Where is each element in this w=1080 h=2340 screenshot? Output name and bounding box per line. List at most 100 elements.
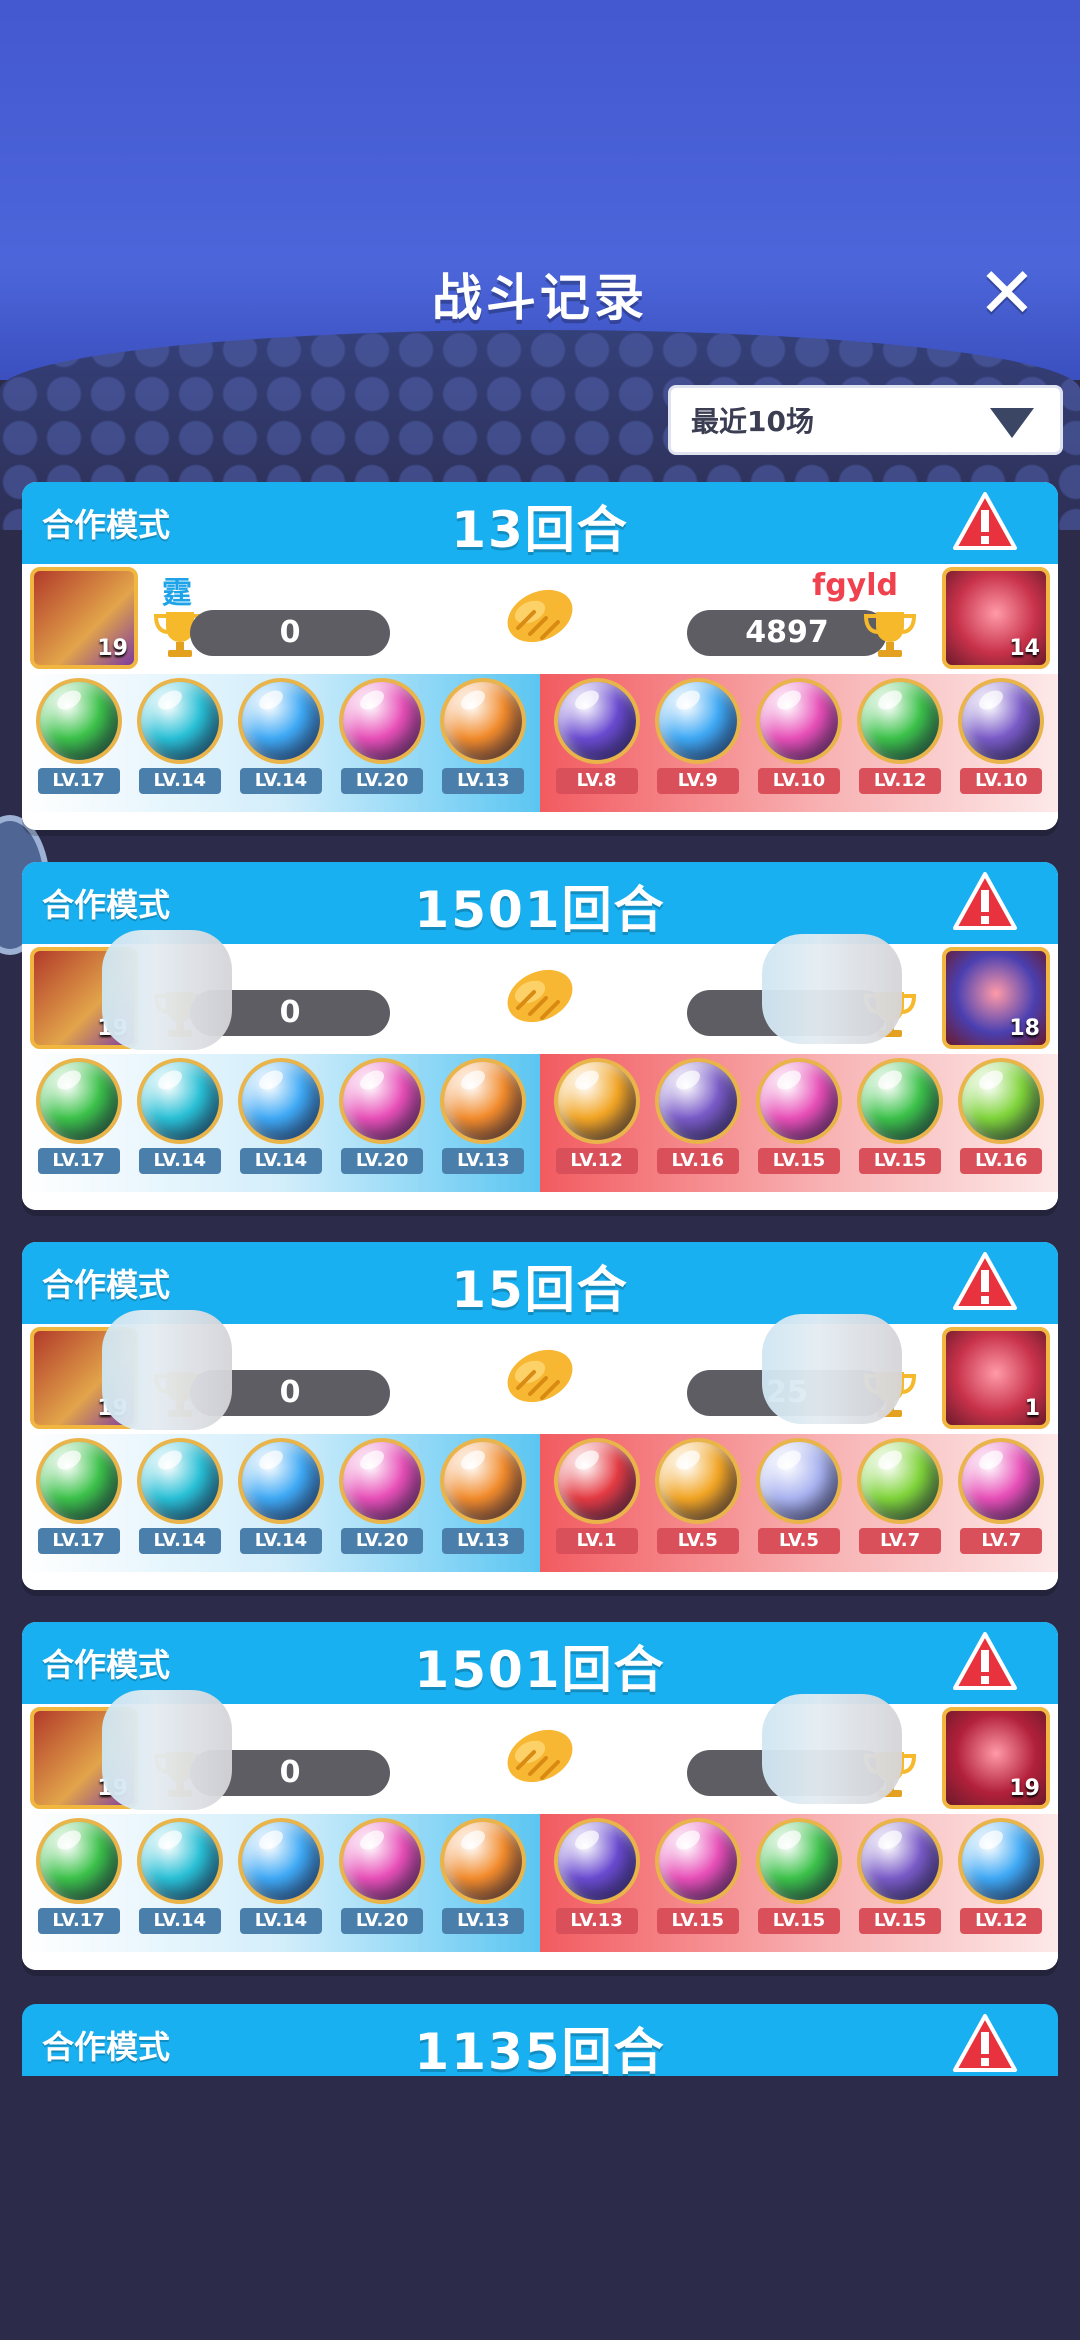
- player-score: 0: [190, 610, 390, 656]
- report-icon[interactable]: [952, 1630, 1018, 1692]
- card-level: LV.17: [37, 1528, 120, 1554]
- card-slot[interactable]: LV.17: [32, 1818, 126, 1952]
- card-level: LV.20: [341, 768, 424, 794]
- card-slot[interactable]: LV.14: [133, 1818, 227, 1952]
- card-slot[interactable]: LV.13: [550, 1818, 644, 1952]
- card-orb: [755, 1438, 842, 1524]
- card-slot[interactable]: LV.14: [133, 1058, 227, 1192]
- player-cards: LV.17 LV.14 LV.14 LV.20 LV.13: [22, 1814, 540, 1952]
- card-orb: [35, 678, 122, 764]
- handshake-icon: [507, 1349, 573, 1403]
- player-avatar[interactable]: 19: [30, 567, 138, 669]
- card-slot[interactable]: LV.14: [133, 1438, 227, 1572]
- avatar-level: 19: [97, 636, 128, 661]
- card-slot[interactable]: LV.8: [550, 678, 644, 812]
- card-slot[interactable]: LV.10: [752, 678, 846, 812]
- card-level: LV.20: [341, 1148, 424, 1174]
- card-level: LV.13: [442, 1148, 525, 1174]
- card-slot[interactable]: LV.20: [335, 1438, 429, 1572]
- match-rounds: 1135回合: [414, 2023, 666, 2081]
- card-slot[interactable]: LV.13: [436, 1818, 530, 1952]
- opponent-avatar[interactable]: 19: [942, 1707, 1050, 1809]
- card-orb: [440, 1818, 527, 1904]
- card-orb: [136, 1438, 223, 1524]
- card-level: LV.20: [341, 1908, 424, 1934]
- report-icon[interactable]: [952, 2012, 1018, 2074]
- card-slot[interactable]: LV.17: [32, 678, 126, 812]
- card-slot[interactable]: LV.15: [752, 1818, 846, 1952]
- match-card[interactable]: 合作模式 13回合 19 霆 0 4897 fgyld 14 LV.17 LV.14 LV.14 LV…: [22, 482, 1058, 830]
- opponent-avatar[interactable]: 1: [942, 1327, 1050, 1429]
- card-level: LV.14: [138, 1148, 221, 1174]
- card-slot[interactable]: LV.15: [752, 1058, 846, 1192]
- card-level: LV.16: [656, 1148, 739, 1174]
- card-level: LV.14: [239, 768, 322, 794]
- card-orb: [237, 1438, 324, 1524]
- card-level: LV.14: [239, 1528, 322, 1554]
- report-icon[interactable]: [952, 870, 1018, 932]
- cards-row: LV.17 LV.14 LV.14 LV.20 LV.13 LV.13 LV.15 LV.15…: [22, 1814, 1058, 1952]
- match-card[interactable]: 合作模式15回合190251LV.17LV.14LV.14LV.20LV.13L…: [22, 1242, 1058, 1590]
- card-level: LV.12: [859, 768, 942, 794]
- card-level: LV.10: [960, 768, 1043, 794]
- card-slot[interactable]: LV.13: [436, 678, 530, 812]
- match-filter-dropdown[interactable]: 最近10场: [668, 385, 1063, 455]
- card-slot[interactable]: LV.16: [651, 1058, 745, 1192]
- opponent-cards: LV.13 LV.15 LV.15 LV.15 LV.12: [540, 1814, 1058, 1952]
- card-orb: [654, 1818, 741, 1904]
- privacy-blur: [762, 934, 902, 1044]
- privacy-blur: [102, 1310, 232, 1430]
- card-level: LV.7: [859, 1528, 942, 1554]
- card-level: LV.12: [960, 1908, 1043, 1934]
- card-slot[interactable]: LV.12: [853, 678, 947, 812]
- card-slot[interactable]: LV.14: [234, 1818, 328, 1952]
- card-level: LV.5: [757, 1528, 840, 1554]
- trophy-icon: [863, 612, 917, 657]
- card-slot[interactable]: LV.14: [133, 678, 227, 812]
- card-slot[interactable]: LV.10: [954, 678, 1048, 812]
- match-card-partial[interactable]: 合作模式 1135回合: [22, 2004, 1058, 2081]
- opponent-avatar[interactable]: 14: [942, 567, 1050, 669]
- card-slot[interactable]: LV.13: [436, 1058, 530, 1192]
- card-slot[interactable]: LV.20: [335, 678, 429, 812]
- card-orb: [440, 1058, 527, 1144]
- player-cards: LV.17 LV.14 LV.14 LV.20 LV.13: [22, 674, 540, 812]
- match-card[interactable]: 合作模式1501回合19019LV.17LV.14LV.14LV.20LV.13…: [22, 1622, 1058, 1970]
- card-slot[interactable]: LV.17: [32, 1438, 126, 1572]
- card-slot[interactable]: LV.5: [752, 1438, 846, 1572]
- card-slot[interactable]: LV.9: [651, 678, 745, 812]
- card-slot[interactable]: LV.17: [32, 1058, 126, 1192]
- card-slot[interactable]: LV.15: [853, 1058, 947, 1192]
- report-icon[interactable]: [952, 490, 1018, 552]
- card-slot[interactable]: LV.15: [651, 1818, 745, 1952]
- card-slot[interactable]: LV.16: [954, 1058, 1048, 1192]
- card-level: LV.17: [37, 1148, 120, 1174]
- card-slot[interactable]: LV.13: [436, 1438, 530, 1572]
- card-slot[interactable]: LV.14: [234, 1058, 328, 1192]
- card-slot[interactable]: LV.1: [550, 1438, 644, 1572]
- opponent-name: fgyld: [812, 568, 898, 603]
- card-orb: [339, 1818, 426, 1904]
- card-slot[interactable]: LV.20: [335, 1818, 429, 1952]
- avatar-level: 14: [1009, 636, 1040, 661]
- card-slot[interactable]: LV.5: [651, 1438, 745, 1572]
- card-orb: [857, 1438, 944, 1524]
- card-slot[interactable]: LV.12: [550, 1058, 644, 1192]
- card-orb: [958, 1058, 1045, 1144]
- card-slot[interactable]: LV.7: [954, 1438, 1048, 1572]
- card-slot[interactable]: LV.15: [853, 1818, 947, 1952]
- handshake-icon: [507, 589, 573, 643]
- card-level: LV.15: [859, 1148, 942, 1174]
- match-card[interactable]: 合作模式1501回合19018LV.17LV.14LV.14LV.20LV.13…: [22, 862, 1058, 1210]
- report-icon[interactable]: [952, 1250, 1018, 1312]
- card-slot[interactable]: LV.14: [234, 678, 328, 812]
- card-level: LV.10: [757, 768, 840, 794]
- opponent-avatar[interactable]: 18: [942, 947, 1050, 1049]
- card-slot[interactable]: LV.7: [853, 1438, 947, 1572]
- card-slot[interactable]: LV.14: [234, 1438, 328, 1572]
- close-icon[interactable]: ✕: [972, 258, 1042, 330]
- card-level: LV.14: [239, 1148, 322, 1174]
- card-slot[interactable]: LV.20: [335, 1058, 429, 1192]
- card-slot[interactable]: LV.12: [954, 1818, 1048, 1952]
- filter-label: 最近10场: [691, 405, 814, 438]
